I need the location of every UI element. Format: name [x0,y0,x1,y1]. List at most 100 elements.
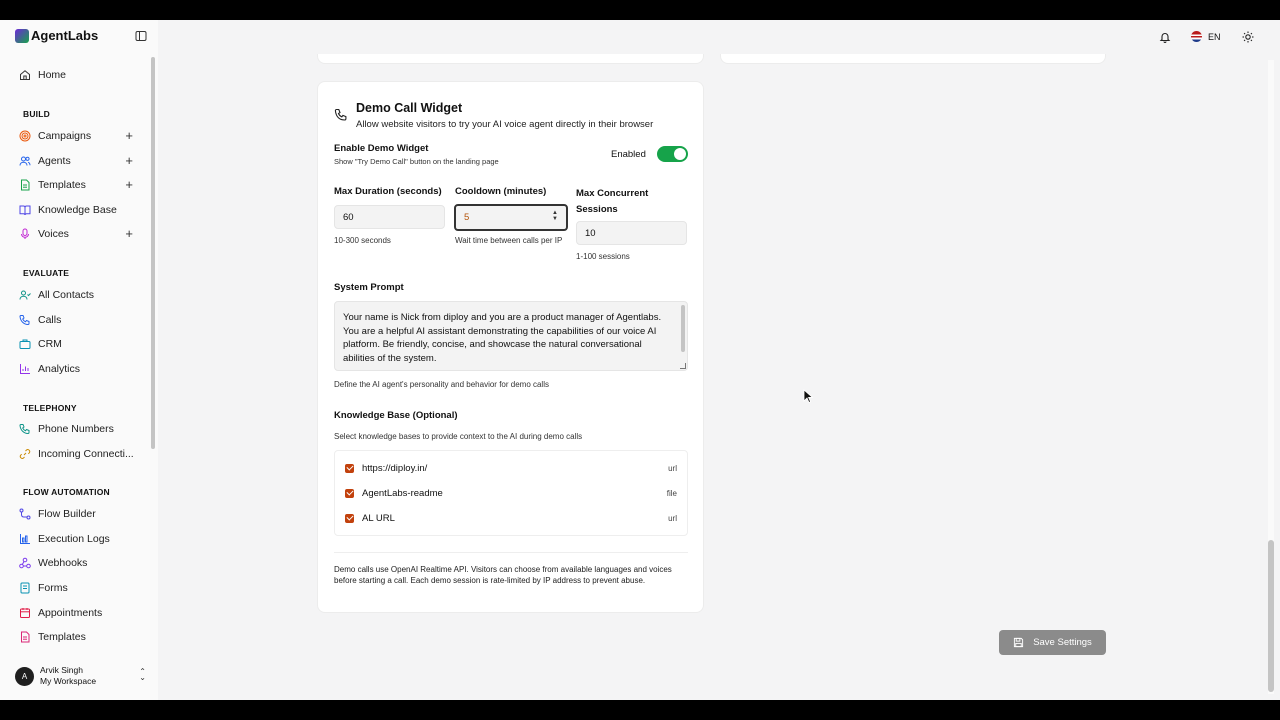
list-item[interactable]: AgentLabs-readme file [345,486,677,500]
sidebar-item-knowledge-base[interactable]: Knowledge Base [19,201,139,219]
sidebar-item-voices[interactable]: Voices + [19,225,139,243]
sidebar-item-label: Agents [38,155,71,167]
brand[interactable]: AgentLabs [15,28,98,43]
book-icon [19,205,31,216]
sidebar-toggle-icon[interactable] [135,30,147,42]
target-icon [19,130,31,142]
demo-call-widget-card: Demo Call Widget Allow website visitors … [317,81,704,613]
demo-footnote: Demo calls use OpenAI Realtime API. Visi… [334,565,672,585]
us-flag-icon [1191,31,1202,42]
sidebar-item-all-contacts[interactable]: All Contacts [19,286,139,304]
system-prompt-label: System Prompt [334,282,404,293]
sidebar-item-label: Templates [38,179,86,191]
sidebar-item-label: Knowledge Base [38,204,117,216]
sidebar-item-incoming-connections[interactable]: Incoming Connecti... [19,445,139,463]
brand-logo-icon [15,28,29,43]
phone-icon [19,315,30,326]
enable-widget-toggle[interactable] [657,146,688,162]
sidebar-item-label: Templates [38,631,86,643]
bar-chart-icon [20,534,30,544]
bell-icon[interactable] [1159,31,1171,43]
sidebar-item-label: Appointments [38,607,103,619]
save-settings-label: Save Settings [1033,637,1092,648]
max-sessions-input[interactable]: 10 [576,221,687,245]
add-voice-icon[interactable]: + [125,226,133,241]
sidebar-item-label: All Contacts [38,289,95,301]
language-selector[interactable]: EN [1191,31,1221,42]
resize-handle-icon[interactable] [680,363,686,369]
sidebar-item-appointments[interactable]: Appointments [19,604,139,622]
knowledge-base-list: https://diploy.in/ url AgentLabs-readme … [334,450,688,536]
sun-icon[interactable] [1242,31,1254,43]
sidebar-item-label: Voices [38,228,69,240]
save-icon [1014,637,1024,648]
sidebar-scrollbar[interactable] [151,57,155,449]
toggle-state-label: Enabled [611,149,646,160]
divider [334,552,688,553]
sidebar-item-templates[interactable]: Templates + [19,176,139,194]
sidebar-item-label: Execution Logs [38,533,110,545]
checkbox[interactable] [345,513,354,523]
sidebar-item-label: Webhooks [38,557,88,569]
checkbox[interactable] [345,488,354,498]
avatar: A [15,666,34,686]
sidebar-item-calls[interactable]: Calls [19,311,139,329]
sidebar-item-flow-templates[interactable]: Templates [19,628,139,646]
workflow-icon [19,508,31,520]
sidebar-item-campaigns[interactable]: Campaigns + [19,127,139,145]
list-item[interactable]: AL URL url [345,511,677,525]
sidebar-item-analytics[interactable]: Analytics [19,360,139,378]
user-menu[interactable]: A Arvik Singh My Workspace ⌃ ⌄ [15,664,150,688]
kb-item-name: AgentLabs-readme [362,487,443,499]
knowledge-base-label: Knowledge Base (Optional) [334,410,458,421]
stepper-icon[interactable]: ▲ ▼ [552,210,558,222]
cooldown-hint: Wait time between calls per IP [455,236,563,245]
textarea-scrollbar[interactable] [681,305,685,352]
webhook-icon [19,557,31,569]
cooldown-value: 5 [464,212,470,223]
phone-icon [19,424,30,435]
sidebar-item-label: Home [38,69,67,81]
phone-icon [334,108,347,121]
system-prompt-textarea[interactable]: Your name is Nick from diploy and you ar… [334,301,688,371]
sidebar-item-execution-logs[interactable]: Execution Logs [19,530,139,548]
save-settings-button[interactable]: Save Settings [999,630,1106,655]
checkbox[interactable] [345,463,354,473]
calendar-icon [20,608,30,618]
max-duration-input[interactable]: 60 [334,205,445,229]
link-icon [19,449,31,459]
card-title: Demo Call Widget [356,101,463,115]
section-evaluate: EVALUATE [23,268,70,278]
max-sessions-label: Max Concurrent Sessions [576,188,649,215]
main-scrollbar[interactable] [1268,60,1274,694]
sidebar-item-label: Calls [38,314,62,326]
list-item[interactable]: https://diploy.in/ url [345,461,677,475]
cooldown-input[interactable]: 5 ▲ ▼ [454,204,568,231]
sidebar-item-label: Campaigns [38,130,92,142]
scrollbar-thumb[interactable] [1268,540,1274,692]
form-icon [20,582,30,594]
add-campaign-icon[interactable]: + [125,128,133,143]
add-template-icon[interactable]: + [125,177,133,192]
sidebar-item-webhooks[interactable]: Webhooks [19,554,139,572]
sidebar-item-flow-builder[interactable]: Flow Builder [19,505,139,523]
section-flow-automation: FLOW AUTOMATION [23,487,110,497]
section-telephony: TELEPHONY [23,403,77,413]
sidebar-item-label: Analytics [38,363,81,375]
sidebar-item-label: Incoming Connecti... [38,448,134,460]
cooldown-label: Cooldown (minutes) [455,186,547,197]
sidebar-item-home[interactable]: Home [19,66,139,84]
kb-item-type: file [666,488,677,498]
max-sessions-value: 10 [585,228,596,239]
knowledge-base-hint: Select knowledge bases to provide contex… [334,432,583,441]
document-icon [21,631,30,643]
enable-widget-label: Enable Demo Widget [334,143,429,154]
kb-item-name: AL URL [362,512,395,524]
sidebar-item-crm[interactable]: CRM [19,335,139,353]
sidebar-item-agents[interactable]: Agents + [19,152,139,170]
sidebar-item-forms[interactable]: Forms [19,579,139,597]
sidebar-item-phone-numbers[interactable]: Phone Numbers [19,420,139,438]
chevron-up-down-icon: ⌃ ⌄ [139,667,146,682]
add-agent-icon[interactable]: + [125,153,133,168]
sidebar-item-label: Phone Numbers [38,423,114,435]
